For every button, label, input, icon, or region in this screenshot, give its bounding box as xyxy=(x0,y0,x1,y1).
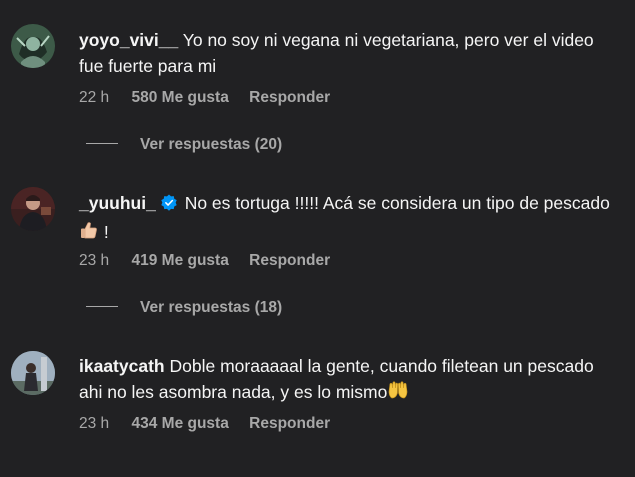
comment-meta: 23 h 434 Me gusta Responder xyxy=(79,415,330,433)
comment-time[interactable]: 23 h xyxy=(79,415,109,433)
comment-text: No es tortuga !!!!! Acá se considera un … xyxy=(184,193,610,213)
avatar[interactable] xyxy=(11,24,55,68)
view-replies-label: Ver respuestas (20) xyxy=(140,136,283,153)
comment-username[interactable]: yoyo_vivi__ xyxy=(79,30,178,50)
comment-meta: 22 h 580 Me gusta Responder xyxy=(79,89,330,107)
view-replies-button[interactable]: Ver respuestas (20) xyxy=(86,136,282,154)
reply-button[interactable]: Responder xyxy=(249,89,330,107)
comment-username[interactable]: ikaatycath xyxy=(79,356,165,376)
replies-divider-line xyxy=(86,143,118,145)
comment-likes[interactable]: 419 Me gusta xyxy=(131,252,228,270)
verified-badge-icon xyxy=(160,193,178,219)
avatar[interactable] xyxy=(11,187,55,231)
avatar[interactable] xyxy=(11,351,55,395)
comment-body: yoyo_vivi__ Yo no soy ni vegana ni veget… xyxy=(79,27,619,79)
comment-time[interactable]: 22 h xyxy=(79,89,109,107)
comment-likes[interactable]: 580 Me gusta xyxy=(131,89,228,107)
comment-username[interactable]: _yuuhui_ xyxy=(79,193,156,213)
raised-hands-emoji xyxy=(387,380,409,407)
thumbs-up-emoji xyxy=(79,220,99,247)
comment-body: _yuuhui_ No es tortuga !!!!! Acá se cons… xyxy=(79,190,619,247)
replies-divider-line xyxy=(86,306,118,308)
comment-time[interactable]: 23 h xyxy=(79,252,109,270)
comment-body: ikaatycath Doble moraaaaal la gente, cua… xyxy=(79,353,619,407)
comment-meta: 23 h 419 Me gusta Responder xyxy=(79,252,330,270)
reply-button[interactable]: Responder xyxy=(249,252,330,270)
view-replies-button[interactable]: Ver respuestas (18) xyxy=(86,299,282,317)
comment-text-suffix: ! xyxy=(103,222,109,242)
reply-button[interactable]: Responder xyxy=(249,415,330,433)
view-replies-label: Ver respuestas (18) xyxy=(140,299,283,316)
comment-likes[interactable]: 434 Me gusta xyxy=(131,415,228,433)
